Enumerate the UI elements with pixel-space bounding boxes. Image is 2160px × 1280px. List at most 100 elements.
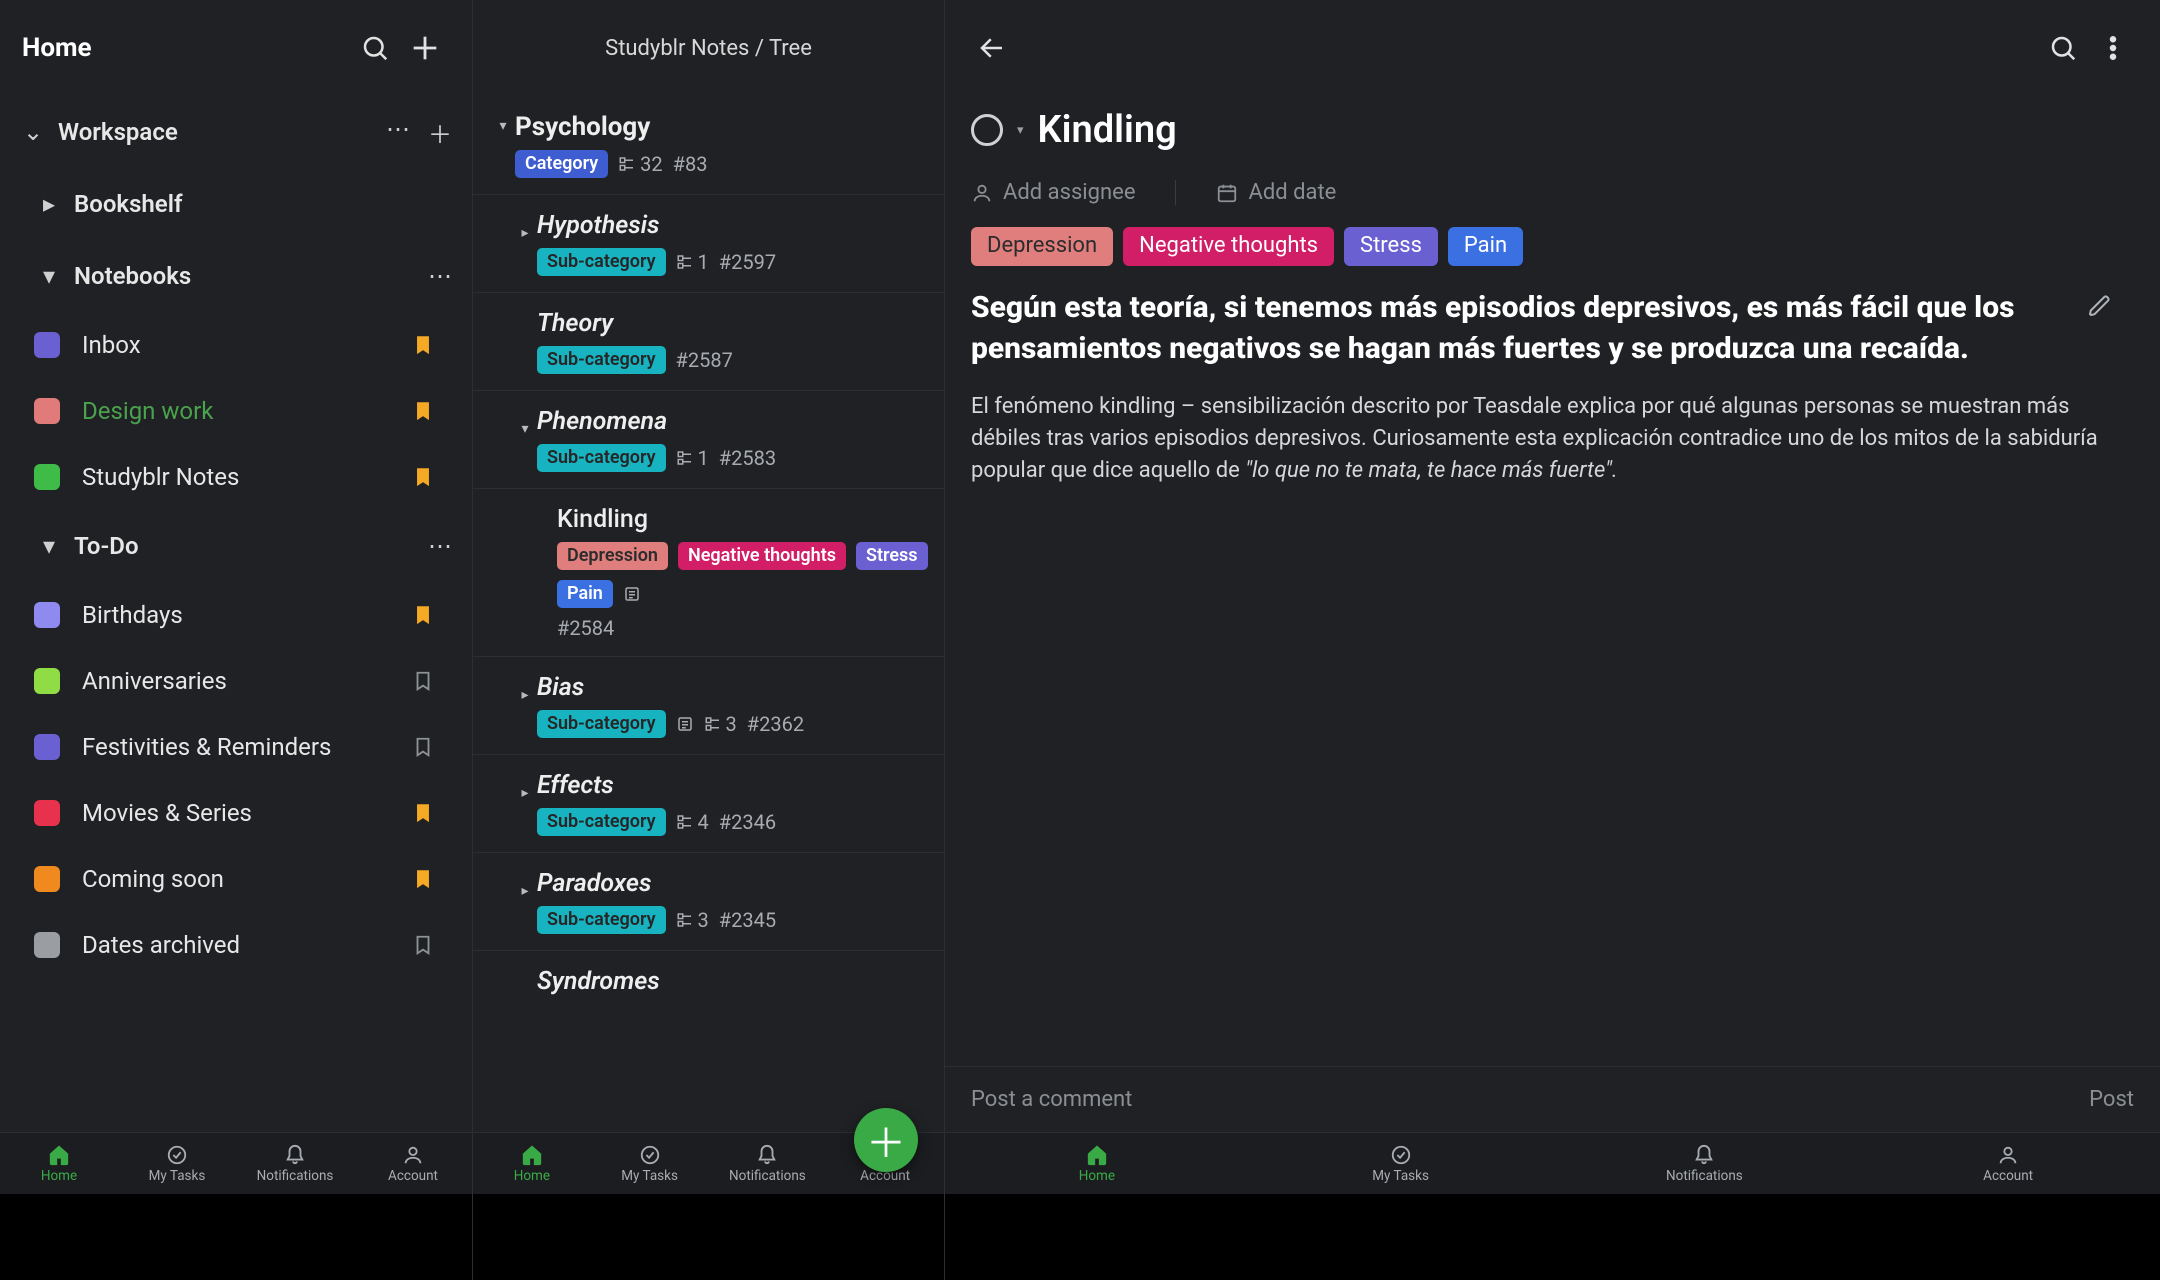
more-icon[interactable]: ⋯ — [386, 115, 410, 150]
nav-account[interactable]: Account — [1856, 1133, 2160, 1194]
tag[interactable]: Stress — [1344, 227, 1438, 266]
children-count: 1 — [676, 250, 709, 274]
add-fab[interactable]: ＋ — [854, 1108, 918, 1172]
tree-item[interactable]: Kindling DepressionNegative thoughtsStre… — [473, 488, 944, 656]
chevron-down-icon: ▾ — [493, 116, 513, 136]
search-icon[interactable] — [2038, 23, 2088, 73]
tree-item-title: Phenomena — [537, 407, 928, 436]
subcategory-tag: Sub-category — [537, 248, 666, 276]
bookshelf-section[interactable]: ▸ Bookshelf — [0, 168, 472, 240]
chevron-down-icon[interactable]: ▾ — [1017, 123, 1024, 138]
comment-input[interactable]: Post a comment — [971, 1087, 1132, 1112]
nav-my tasks[interactable]: My Tasks — [1249, 1133, 1553, 1194]
tree-item[interactable]: ▸ Bias Sub-category3#2362 — [473, 656, 944, 754]
tag[interactable]: Depression — [971, 227, 1113, 266]
tree-item[interactable]: Theory Sub-category#2587 — [473, 292, 944, 390]
more-vertical-icon[interactable] — [2088, 23, 2138, 73]
todo-item[interactable]: Movies & Series — [0, 780, 472, 846]
bookmark-icon[interactable] — [408, 397, 438, 425]
notebooks-section[interactable]: ▾ Notebooks ⋯ — [0, 240, 472, 312]
more-icon[interactable]: ⋯ — [428, 532, 452, 560]
workspace-section[interactable]: ⌄ Workspace ⋯ ＋ — [0, 96, 472, 168]
chevron-icon: ▸ — [515, 223, 535, 243]
tree-item[interactable]: ▸ Hypothesis Sub-category1#2597 — [473, 194, 944, 292]
tree-item[interactable]: ▸ Paradoxes Sub-category3#2345 — [473, 852, 944, 950]
tree-root[interactable]: ▾ Psychology Category 32 #83 — [473, 96, 944, 194]
color-swatch — [34, 332, 60, 358]
note-heading: Según esta teoría, si tenemos más episod… — [971, 288, 2134, 369]
tree-item[interactable]: ▾ Phenomena Sub-category1#2583 — [473, 390, 944, 488]
note-icon — [623, 585, 641, 603]
todo-item[interactable]: Dates archived — [0, 912, 472, 978]
todo-section[interactable]: ▾ To-Do ⋯ — [0, 510, 472, 582]
tag: Pain — [557, 580, 613, 608]
todo-item[interactable]: Birthdays — [0, 582, 472, 648]
nav-notifications[interactable]: Notifications — [709, 1133, 827, 1194]
subcategory-tag: Sub-category — [537, 906, 666, 934]
notebook-item[interactable]: Design work — [0, 378, 472, 444]
bookmark-icon[interactable] — [408, 799, 438, 827]
complete-toggle[interactable] — [971, 114, 1003, 146]
todo-label: Anniversaries — [82, 667, 408, 695]
tag: Stress — [856, 542, 928, 570]
bottom-nav: Home My Tasks Notifications Account — [945, 1132, 2160, 1194]
bottom-nav: Home My Tasks Notifications Account — [0, 1132, 472, 1194]
nav-home[interactable]: Home — [0, 1133, 118, 1194]
nav-my tasks[interactable]: My Tasks — [118, 1133, 236, 1194]
nav-notifications[interactable]: Notifications — [1553, 1133, 1857, 1194]
bookmark-icon[interactable] — [408, 667, 438, 695]
tree-item-title: Theory — [537, 309, 928, 338]
chevron-icon: ▸ — [515, 881, 535, 901]
tree-panel: Studyblr Notes / Tree ▾ Psychology Categ… — [472, 0, 944, 1280]
tag[interactable]: Pain — [1448, 227, 1523, 266]
detail-panel: ▾ Kindling Add assignee Add date Depress… — [944, 0, 2160, 1280]
subcategory-tag: Sub-category — [537, 808, 666, 836]
nav-notifications[interactable]: Notifications — [236, 1133, 354, 1194]
add-assignee-button[interactable]: Add assignee — [971, 180, 1135, 205]
color-swatch — [34, 668, 60, 694]
todo-item[interactable]: Festivities & Reminders — [0, 714, 472, 780]
children-count: 3 — [704, 712, 737, 736]
children-count: 1 — [676, 446, 709, 470]
new-item-button[interactable] — [400, 23, 450, 73]
back-icon[interactable] — [967, 23, 1017, 73]
add-icon[interactable]: ＋ — [428, 115, 452, 150]
more-icon[interactable]: ⋯ — [428, 262, 452, 290]
bookmark-icon[interactable] — [408, 463, 438, 491]
color-swatch — [34, 734, 60, 760]
bookmark-icon[interactable] — [408, 331, 438, 359]
tree-item-title: Paradoxes — [537, 869, 928, 898]
chevron-icon: ▸ — [515, 685, 535, 705]
chevron-down-icon: ⌄ — [20, 118, 46, 146]
tree-item[interactable]: ▸ Effects Sub-category4#2346 — [473, 754, 944, 852]
bookmark-icon[interactable] — [408, 931, 438, 959]
color-swatch — [34, 464, 60, 490]
bookmark-icon[interactable] — [408, 733, 438, 761]
todo-item[interactable]: Anniversaries — [0, 648, 472, 714]
color-swatch — [34, 932, 60, 958]
notebook-item[interactable]: Inbox — [0, 312, 472, 378]
tree-item-title: Syndromes — [537, 967, 928, 996]
page-title: Kindling — [1038, 108, 1177, 152]
notebook-item[interactable]: Studyblr Notes — [0, 444, 472, 510]
children-count: 3 — [676, 908, 709, 932]
color-swatch — [34, 398, 60, 424]
add-date-button[interactable]: Add date — [1175, 180, 1336, 205]
todo-label: Movies & Series — [82, 799, 408, 827]
tag[interactable]: Negative thoughts — [1123, 227, 1334, 266]
note-icon — [676, 715, 694, 733]
nav-my tasks[interactable]: My Tasks — [591, 1133, 709, 1194]
subcategory-tag: Sub-category — [537, 444, 666, 472]
tag: Depression — [557, 542, 668, 570]
bookmark-icon[interactable] — [408, 601, 438, 629]
todo-item[interactable]: Coming soon — [0, 846, 472, 912]
bookmark-icon[interactable] — [408, 865, 438, 893]
edit-icon[interactable] — [2088, 294, 2112, 322]
search-icon[interactable] — [350, 23, 400, 73]
nav-home[interactable]: Home — [473, 1133, 591, 1194]
post-button[interactable]: Post — [2089, 1087, 2134, 1112]
sidebar-header: Home — [0, 0, 472, 96]
nav-home[interactable]: Home — [945, 1133, 1249, 1194]
nav-account[interactable]: Account — [354, 1133, 472, 1194]
tree-item[interactable]: Syndromes — [473, 950, 944, 1020]
